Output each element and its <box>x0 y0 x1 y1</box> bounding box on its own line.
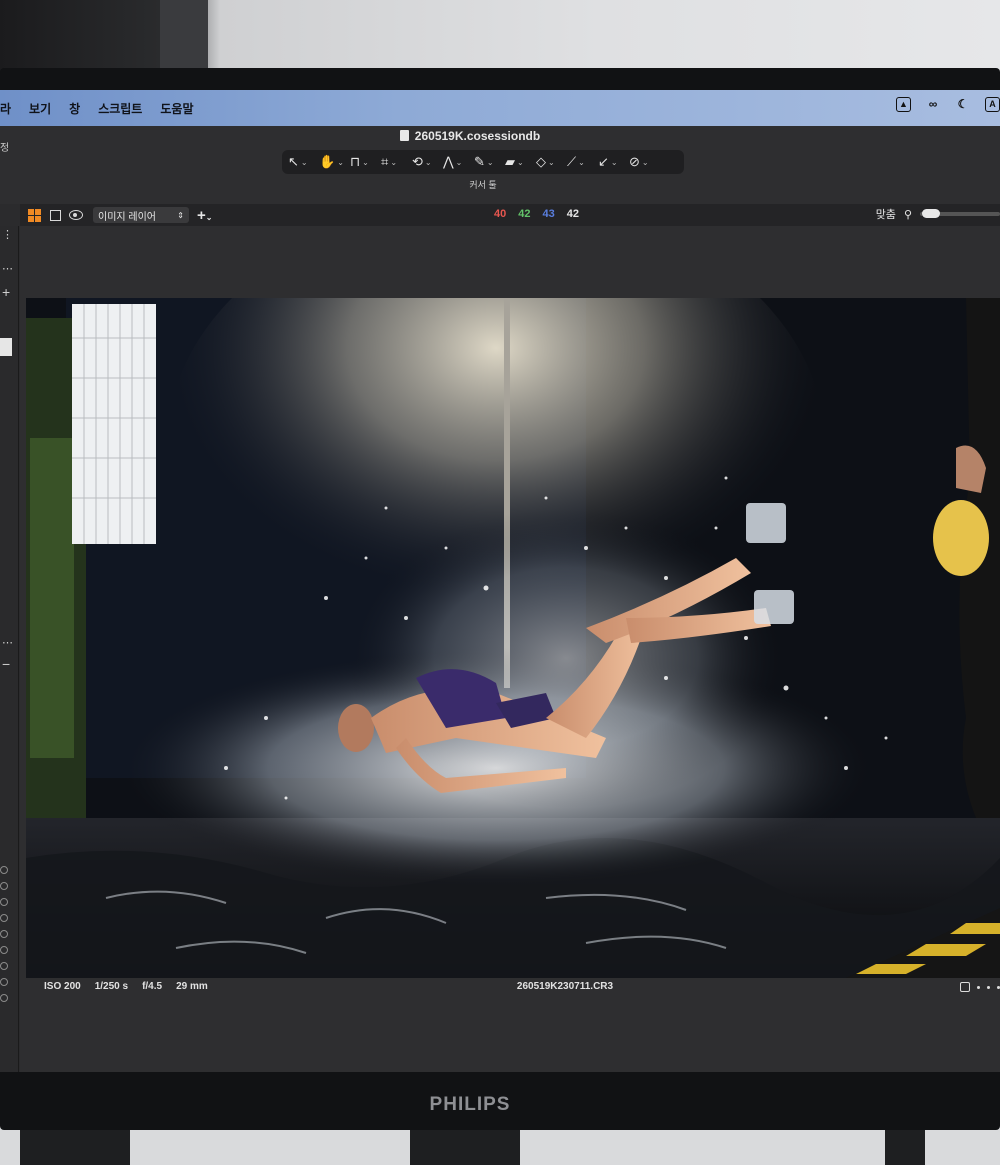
radio-dot[interactable] <box>0 994 8 1002</box>
menu-item-scripts[interactable]: 스크립트 <box>98 100 142 117</box>
radio-dot[interactable] <box>0 930 8 938</box>
keystone-tool-icon: ⋀ <box>443 154 454 169</box>
left-tool-strip: ⋮ ⋯ + ⋯ − <box>0 226 19 1072</box>
zoom-slider-knob[interactable] <box>922 209 940 218</box>
add-icon[interactable]: + <box>2 284 10 300</box>
zoom-control: 맞춤 ⚲ <box>876 206 1000 222</box>
viewer-options <box>960 982 1000 992</box>
stepper-icon: ⇕ <box>177 210 184 220</box>
moon-icon[interactable]: ☾ <box>955 96 971 112</box>
rgb-readout: 40 42 43 42 <box>494 208 579 220</box>
title-toolbar: 정 260519K.cosessiondb ↖ ⌄ ✋ ⌄ ⊓ ⌄ ⌗ ⌄ ⟲ ⌄ ⋀ ⌄ … <box>0 126 1000 204</box>
add-layer-button[interactable]: +⌄ <box>197 207 212 224</box>
annotate-tool[interactable]: ↙ ⌄ <box>598 152 629 172</box>
status-area: ▲ ∞ ☾ A <box>896 96 1000 112</box>
picker-tool-icon: ⟋ <box>567 154 577 169</box>
cursor-tools-bar: ↖ ⌄ ✋ ⌄ ⊓ ⌄ ⌗ ⌄ ⟲ ⌄ ⋀ ⌄ ✎ ⌄ ▰ ⌄ ◇ ⌄ ⟋ ⌄ ↙ ⌄ ⊘ ⌄ <box>282 150 684 174</box>
monitor-brand-logo: PHILIPS <box>429 1094 511 1115</box>
dot <box>977 985 980 989</box>
radio-dot[interactable] <box>0 914 8 922</box>
layer-select-value: 이미지 레이어 <box>98 211 156 223</box>
picker-tool[interactable]: ⟋ ⌄ <box>567 152 598 172</box>
more-horizontal-icon[interactable]: ⋯ <box>2 262 13 275</box>
stamp-tool[interactable]: ⊓ ⌄ <box>350 152 381 172</box>
luminance-value: 42 <box>566 208 579 220</box>
keystone-tool[interactable]: ⋀ ⌄ <box>443 152 474 172</box>
annotate-tool-icon: ↙ <box>598 154 609 169</box>
view-mode-icon[interactable] <box>960 982 970 992</box>
brush-tool-icon: ✎ <box>474 154 485 169</box>
window-title-text: 260519K.cosessiondb <box>414 129 541 143</box>
pointer-tool[interactable]: ↖ ⌄ <box>288 152 319 172</box>
eraser-tool[interactable]: ▰ ⌄ <box>505 152 536 172</box>
multi-view-icon[interactable] <box>28 208 41 222</box>
rotate-tool[interactable]: ⟲ ⌄ <box>412 152 443 172</box>
radio-dot[interactable] <box>0 866 8 874</box>
window-title: 260519K.cosessiondb <box>0 126 940 146</box>
zoom-slider[interactable] <box>920 209 1000 218</box>
brush-tool[interactable]: ✎ ⌄ <box>474 152 505 172</box>
monitor-screen: 라 보기 창 스크립트 도움말 ▲ ∞ ☾ A 정 260519K.cosess… <box>0 90 1000 1072</box>
document-icon <box>399 130 409 141</box>
gradient-tool-icon: ◇ <box>536 154 546 169</box>
pointer-tool-icon: ↖ <box>288 154 299 169</box>
radio-dot[interactable] <box>0 898 8 906</box>
radio-dot[interactable] <box>0 978 8 986</box>
drive-icon[interactable]: ▲ <box>896 96 911 112</box>
image-viewer: ISO 200 1/250 s f/4.5 29 mm 260519K23071… <box>20 226 1000 1072</box>
menu-bar: 라 보기 창 스크립트 도움말 ▲ ∞ ☾ A <box>0 90 1000 126</box>
menu-item-help[interactable]: 도움말 <box>160 100 193 117</box>
stamp-tool-icon: ⊓ <box>350 154 361 169</box>
image-filename: 260519K230711.CR3 <box>516 981 614 992</box>
layer-select[interactable]: 이미지 레이어 ⇕ <box>93 207 189 223</box>
input-source-icon[interactable]: A <box>985 96 1000 112</box>
pen-tool-icon: ⊘ <box>629 154 640 169</box>
toolbar-label: 커서 툴 <box>469 180 497 190</box>
green-value: 42 <box>518 208 531 220</box>
radio-dot[interactable] <box>0 946 8 954</box>
radio-dot[interactable] <box>0 962 8 970</box>
photo-image <box>26 298 1000 978</box>
more-icon[interactable]: ⋮ <box>2 228 13 241</box>
panel-swatch[interactable] <box>0 338 12 356</box>
gradient-tool[interactable]: ◇ ⌄ <box>536 152 567 172</box>
hand-tool[interactable]: ✋ ⌄ <box>319 152 350 172</box>
creative-cloud-icon[interactable]: ∞ <box>925 96 941 112</box>
photo-canvas[interactable] <box>26 298 1000 978</box>
single-view-icon[interactable] <box>50 209 61 221</box>
dot <box>987 985 990 989</box>
eye-icon[interactable] <box>69 210 83 220</box>
menu-item-window[interactable]: 창 <box>69 100 80 117</box>
crop-tool-icon: ⌗ <box>381 154 389 169</box>
zoom-icon[interactable]: ⚲ <box>904 208 912 221</box>
eraser-tool-icon: ▰ <box>505 154 515 169</box>
red-value: 40 <box>494 208 507 220</box>
radio-dot[interactable] <box>0 882 8 890</box>
pen-tool[interactable]: ⊘ ⌄ <box>629 152 660 172</box>
more-horizontal-icon[interactable]: ⋯ <box>2 636 13 649</box>
viewer-toolbar: 이미지 레이어 ⇕ +⌄ 40 42 43 42 맞춤 ⚲ <box>20 204 1000 226</box>
menu-item-view[interactable]: 보기 <box>29 100 51 117</box>
fit-label[interactable]: 맞춤 <box>876 206 896 222</box>
menu-item-partial[interactable]: 라 <box>0 100 11 117</box>
hand-tool-icon: ✋ <box>319 154 336 169</box>
rotate-tool-icon: ⟲ <box>412 154 423 169</box>
remove-icon[interactable]: − <box>2 656 10 672</box>
blue-value: 43 <box>542 208 555 220</box>
crop-tool[interactable]: ⌗ ⌄ <box>381 152 412 172</box>
